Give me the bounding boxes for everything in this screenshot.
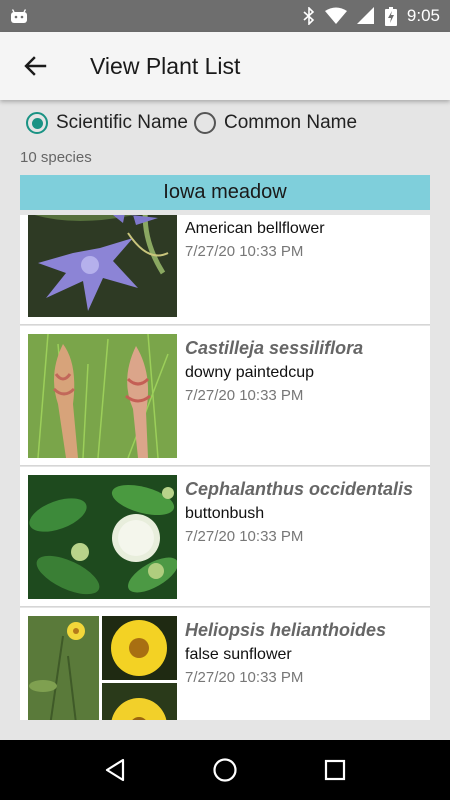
common-name-label[interactable]: Common Name [224,112,357,134]
scientific-name: Heliopsis helianthoides [185,620,387,640]
scientific-name: Castilleja sessiliflora [185,338,364,358]
status-time: 9:05 [406,6,440,25]
list-item[interactable]: Heliopsis helianthoides false sunflower … [20,608,430,720]
name-toggle: Scientific Name Common Name [26,108,363,138]
arrow-left-icon [24,56,47,76]
common-name: American bellflower [185,220,325,237]
nav-recents-button[interactable] [315,750,355,790]
bluetooth-icon [303,7,315,25]
timestamp: 7/27/20 10:33 PM [185,243,304,260]
scientific-name-radio[interactable]: Scientific Name [26,112,188,134]
app-bar: View Plant List [0,32,450,100]
battery-charging-icon [384,6,397,26]
wifi-icon [324,7,347,24]
radio-checked-icon[interactable] [26,112,48,134]
timestamp: 7/27/20 10:33 PM [185,528,304,545]
nav-back-button[interactable] [95,750,135,790]
recents-square-icon [324,759,346,781]
list-item[interactable]: Cephalanthus occidentalis buttonbush 7/2… [20,467,430,607]
list-item[interactable]: American bellflower 7/27/20 10:33 PM [20,215,430,325]
species-count: 10 species [20,149,92,166]
plant-photo [28,215,177,317]
status-bar: 9:05 [0,0,450,32]
common-name: buttonbush [185,505,265,522]
false-sunflower-photo [28,616,177,720]
plant-list[interactable]: American bellflower 7/27/20 10:33 PM Cas… [20,215,430,720]
plant-photo [28,334,177,458]
radio-unchecked-icon[interactable] [194,112,216,134]
group-header[interactable]: Iowa meadow [20,175,430,210]
plant-photo [28,616,177,720]
scientific-name: Cephalanthus occidentalis [185,479,414,499]
signal-icon [356,7,374,24]
home-circle-icon [213,758,237,782]
buttonbush-photo [28,475,177,599]
common-name: false sunflower [185,646,292,663]
system-nav-bar [0,740,450,800]
common-name-radio[interactable]: Common Name [194,112,357,134]
list-item[interactable]: Castilleja sessiliflora downy paintedcup… [20,326,430,466]
paintedcup-photo [28,334,177,458]
nav-home-button[interactable] [205,750,245,790]
page-title: View Plant List [90,52,241,79]
timestamp: 7/27/20 10:33 PM [185,387,304,404]
timestamp: 7/27/20 10:33 PM [185,669,304,686]
plant-photo [28,475,177,599]
back-button[interactable] [0,32,70,100]
bellflower-photo [28,215,177,317]
common-name: downy paintedcup [185,364,314,381]
android-icon [11,9,27,23]
scientific-name-label[interactable]: Scientific Name [56,112,188,134]
back-triangle-icon [105,758,125,782]
